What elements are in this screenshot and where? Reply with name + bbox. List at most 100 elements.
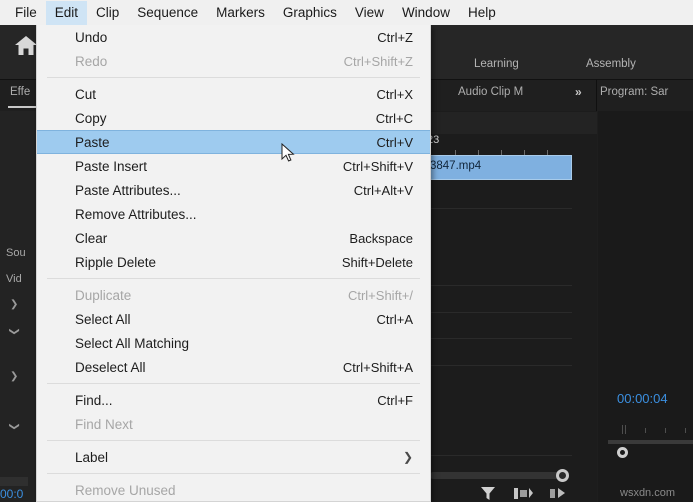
panel-tab-program-monitor[interactable]: Program: Sar xyxy=(600,86,668,98)
menu-item-label: Undo xyxy=(75,30,107,45)
menubar-item-window[interactable]: Window xyxy=(393,1,459,25)
menu-item-remove-attributes[interactable]: Remove Attributes... xyxy=(37,202,430,226)
menubar-item-view[interactable]: View xyxy=(346,1,393,25)
panel-tab-effects[interactable]: Effe xyxy=(10,86,30,98)
snap-icon[interactable] xyxy=(512,485,534,501)
edit-dropdown-menu[interactable]: UndoCtrl+ZRedoCtrl+Shift+ZCutCtrl+XCopyC… xyxy=(36,25,431,502)
menubar-item-sequence[interactable]: Sequence xyxy=(128,1,207,25)
chevron-right-icon: ❯ xyxy=(403,450,413,464)
timeline-clip[interactable]: 3847.mp4 xyxy=(425,155,572,180)
menu-item-label: Duplicate xyxy=(75,288,131,303)
left-dock-video-label[interactable]: Vid xyxy=(6,273,22,285)
menubar-item-file[interactable]: File xyxy=(6,1,46,25)
monitor-tick xyxy=(665,428,666,433)
zoom-slider-knob[interactable] xyxy=(556,469,569,482)
monitor-tick xyxy=(622,425,623,434)
menu-separator xyxy=(47,278,420,279)
menu-item-paste-attributes[interactable]: Paste Attributes... Ctrl+Alt+V xyxy=(37,178,430,202)
menu-item-shortcut: Backspace xyxy=(349,231,413,246)
menu-item-find-next: Find Next xyxy=(37,412,430,436)
menu-item-label: Find... xyxy=(75,393,113,408)
menu-item-find[interactable]: Find... Ctrl+F xyxy=(37,388,430,412)
menu-item-shortcut: Ctrl+Shift+A xyxy=(343,360,413,375)
menu-item-label: Remove Attributes... xyxy=(75,207,197,222)
bottom-left-strip xyxy=(0,477,28,486)
monitor-playhead[interactable] xyxy=(617,447,628,458)
menu-item-shortcut: Ctrl+F xyxy=(377,393,413,408)
home-icon[interactable] xyxy=(14,34,38,56)
chevron-down-icon[interactable]: ❯ xyxy=(9,327,20,335)
menu-item-label: Ripple Delete xyxy=(75,255,156,270)
linked-selection-icon[interactable] xyxy=(548,485,568,501)
monitor-tick xyxy=(685,428,686,433)
panel-overflow-icon[interactable]: » xyxy=(575,85,580,99)
menu-item-copy[interactable]: Copy Ctrl+C xyxy=(37,106,430,130)
menu-item-shortcut: Ctrl+Shift+V xyxy=(343,159,413,174)
menu-bar[interactable]: FileEditClipSequenceMarkersGraphicsViewW… xyxy=(0,0,693,25)
menu-item-paste[interactable]: PasteCtrl+V xyxy=(37,130,430,154)
panel-tab-audio-clip-mixer[interactable]: Audio Clip M xyxy=(458,86,523,98)
menu-item-select-all-matching[interactable]: Select All Matching xyxy=(37,331,430,355)
menu-item-ripple-delete[interactable]: Ripple DeleteShift+Delete xyxy=(37,250,430,274)
left-dock-source-label[interactable]: Sou xyxy=(6,247,26,259)
menu-item-label: Select All Matching xyxy=(75,336,189,351)
program-monitor-timecode[interactable]: 00:00:04 xyxy=(617,391,668,406)
chevron-right-icon-2[interactable]: ❯ xyxy=(10,371,18,382)
menu-item-label: Deselect All xyxy=(75,360,146,375)
monitor-tick xyxy=(645,428,646,433)
menu-separator xyxy=(47,383,420,384)
menu-item-shortcut: Ctrl+Shift+/ xyxy=(348,288,413,303)
menu-item-shortcut: Ctrl+A xyxy=(377,312,413,327)
chevron-down-icon-2[interactable]: ❯ xyxy=(9,422,20,430)
mouse-cursor-icon xyxy=(281,143,295,163)
filter-funnel-icon[interactable] xyxy=(478,485,498,501)
chevron-right-icon[interactable]: ❯ xyxy=(10,299,18,310)
menu-item-label: Copy xyxy=(75,111,107,126)
workspace-tabs: Learning Assembly xyxy=(430,25,693,79)
menubar-item-help[interactable]: Help xyxy=(459,1,505,25)
zoom-slider[interactable] xyxy=(430,472,565,479)
track-divider xyxy=(425,455,572,456)
monitor-tick xyxy=(625,425,626,434)
watermark: wsxdn.com xyxy=(620,487,675,499)
menu-item-label: Remove Unused xyxy=(75,483,176,498)
menu-item-clear[interactable]: Clear Backspace xyxy=(37,226,430,250)
workspace-tab-assembly[interactable]: Assembly xyxy=(586,58,636,70)
menu-item-label: Redo xyxy=(75,54,107,69)
menu-item-label: Label xyxy=(75,450,108,465)
track-divider xyxy=(425,365,572,366)
menubar-item-graphics[interactable]: Graphics xyxy=(274,1,346,25)
menu-item-label: Clear xyxy=(75,231,107,246)
track-divider xyxy=(425,312,572,313)
menu-item-shortcut: Ctrl+C xyxy=(376,111,413,126)
track-divider xyxy=(425,338,572,339)
menu-item-shortcut: Ctrl+Z xyxy=(377,30,413,45)
monitor-scrub-bar[interactable] xyxy=(608,440,693,444)
menu-item-shortcut: Ctrl+X xyxy=(377,87,413,102)
menu-item-label: Cut xyxy=(75,87,96,102)
menu-item-duplicate: Duplicate Ctrl+Shift+/ xyxy=(37,283,430,307)
menu-item-shortcut: Ctrl+Alt+V xyxy=(354,183,413,198)
menu-item-label: Paste Attributes... xyxy=(75,183,181,198)
premiere-pro-window: Learning Assembly Effe Audio Clip M » Pr… xyxy=(0,0,693,502)
menu-item-undo[interactable]: Undo Ctrl+Z xyxy=(37,25,430,49)
menu-separator xyxy=(47,77,420,78)
menu-item-paste-insert[interactable]: Paste InsertCtrl+Shift+V xyxy=(37,154,430,178)
menu-item-deselect-all[interactable]: Deselect All Ctrl+Shift+A xyxy=(37,355,430,379)
menu-item-select-all[interactable]: Select All Ctrl+A xyxy=(37,307,430,331)
workspace-tab-learning[interactable]: Learning xyxy=(474,58,519,70)
menu-item-label[interactable]: Label ❯ xyxy=(37,445,430,469)
menu-item-cut[interactable]: Cut Ctrl+X xyxy=(37,82,430,106)
menu-item-label: Paste xyxy=(75,135,110,150)
timeline-bottom-toolbar xyxy=(425,462,597,502)
bottom-left-timecode: 00:0 xyxy=(0,487,23,501)
menu-item-label: Find Next xyxy=(75,417,133,432)
menubar-item-edit[interactable]: Edit xyxy=(46,1,87,25)
menu-item-remove-unused: Remove Unused xyxy=(37,478,430,502)
menubar-item-markers[interactable]: Markers xyxy=(207,1,274,25)
timeline-ruler[interactable] xyxy=(425,112,597,134)
menubar-item-clip[interactable]: Clip xyxy=(87,1,128,25)
menu-item-label: Select All xyxy=(75,312,131,327)
timeline-clip-label: 3847.mp4 xyxy=(430,160,481,172)
menu-separator xyxy=(47,473,420,474)
